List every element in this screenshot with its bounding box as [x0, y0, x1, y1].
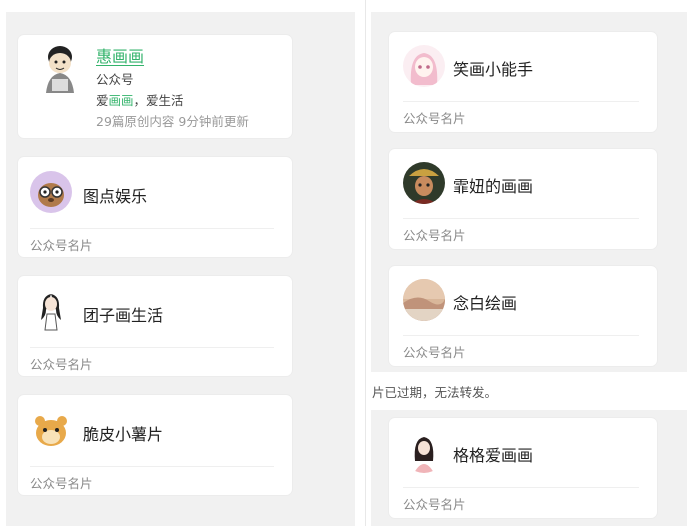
- card-divider: [403, 487, 639, 488]
- card-divider: [30, 466, 274, 467]
- account-card[interactable]: 格格爱画画 公众号名片: [389, 418, 657, 518]
- featured-account-stats: 29篇原创内容 9分钟前更新: [96, 114, 249, 129]
- hamster-avatar-icon: [30, 409, 72, 451]
- featured-account-card[interactable]: 惠画画 公众号 爱画画，爱生活 29篇原创内容 9分钟前更新: [18, 35, 292, 138]
- card-footer-label: 公众号名片: [403, 228, 466, 243]
- account-name: 笑画小能手: [453, 60, 534, 79]
- account-name: 格格爱画画: [453, 446, 534, 465]
- card-footer-label: 公众号名片: [403, 345, 466, 360]
- landscape-avatar-icon: [403, 279, 445, 321]
- card-divider: [403, 101, 639, 102]
- account-card[interactable]: 脆皮小薯片 公众号名片: [18, 395, 292, 495]
- card-footer-label: 公众号名片: [403, 497, 466, 512]
- card-footer-label: 公众号名片: [30, 476, 93, 491]
- card-footer-label: 公众号名片: [30, 238, 93, 253]
- account-card[interactable]: 霏妞的画画 公众号名片: [389, 149, 657, 249]
- divider: [365, 0, 366, 526]
- account-name: 念白绘画: [453, 294, 518, 313]
- card-divider: [30, 228, 274, 229]
- featured-account-type: 公众号: [96, 72, 134, 87]
- card-divider: [403, 218, 639, 219]
- princess-avatar-icon: [403, 431, 445, 473]
- card-divider: [403, 335, 639, 336]
- account-name: 霏妞的画画: [453, 177, 534, 196]
- account-name: 团子画生活: [83, 306, 164, 325]
- account-card[interactable]: 图点娱乐 公众号名片: [18, 157, 292, 257]
- account-card[interactable]: 笑画小能手 公众号名片: [389, 32, 657, 132]
- featured-account-slogan: 爱画画，爱生活: [96, 93, 184, 108]
- pink-hair-girl-avatar-icon: [403, 45, 445, 87]
- girl-sketch-avatar-icon: [30, 290, 72, 332]
- card-divider: [30, 347, 274, 348]
- card-footer-label: 公众号名片: [30, 357, 93, 372]
- featured-account-name[interactable]: 惠画画: [96, 43, 144, 67]
- otter-glasses-avatar-icon: [30, 171, 72, 213]
- account-card[interactable]: 念白绘画 公众号名片: [389, 266, 657, 366]
- account-card[interactable]: 团子画生活 公众号名片: [18, 276, 292, 376]
- card-footer-label: 公众号名片: [403, 111, 466, 126]
- account-name: 图点娱乐: [83, 187, 148, 206]
- cartoon-boy-avatar-icon: [34, 41, 86, 97]
- warrior-avatar-icon: [403, 162, 445, 204]
- expired-notice: 片已过期，无法转发。: [372, 385, 498, 400]
- account-name: 脆皮小薯片: [83, 425, 164, 444]
